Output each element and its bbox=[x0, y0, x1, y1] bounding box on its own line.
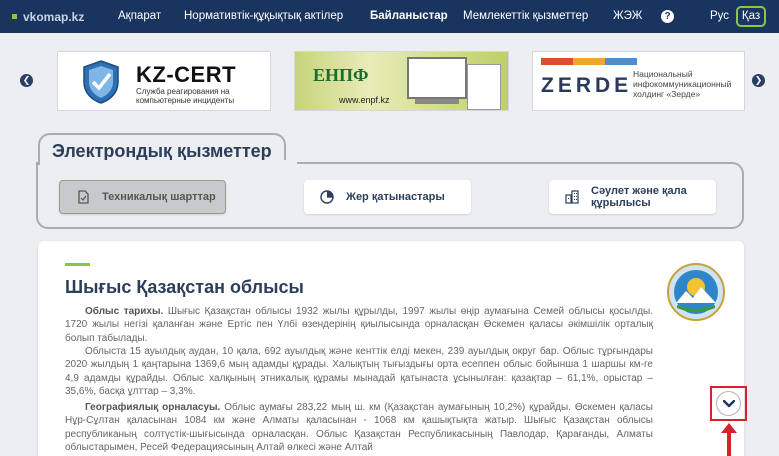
nav-item-legal-acts[interactable]: Нормативтік-құқықтық актілер bbox=[184, 0, 343, 33]
paragraph-geography: Географиялық орналасуы. Облыс аумағы 283… bbox=[65, 401, 653, 454]
nav-item-public-services[interactable]: Мемлекеттік қызметтер bbox=[463, 0, 588, 33]
kzcert-subtitle: Служба реагирования на компьютерные инци… bbox=[136, 87, 235, 105]
land-relations-button[interactable]: Жер қатынастары bbox=[304, 180, 471, 214]
carousel-next-icon[interactable]: ❯ bbox=[752, 74, 765, 87]
banner-enpf[interactable]: ЕНПФ www.enpf.kz bbox=[294, 51, 509, 111]
region-title: Шығыс Қазақстан облысы bbox=[65, 277, 304, 297]
paragraph-population: Облыста 15 ауылдық аудан, 10 қала, 692 а… bbox=[65, 345, 653, 398]
brand-dot-icon bbox=[12, 14, 17, 19]
red-pointer-arrow-icon bbox=[721, 423, 737, 456]
lang-kz-link[interactable]: Қаз bbox=[736, 6, 766, 27]
nav-item-ppp[interactable]: ЖЭЖ bbox=[613, 0, 642, 33]
page-icon bbox=[467, 64, 501, 110]
zerde-title: ZERDE bbox=[541, 74, 633, 97]
population-text: Облыста 15 ауылдық аудан, 10 қала, 692 а… bbox=[65, 346, 653, 397]
brand-logo[interactable]: vkomap.kz bbox=[12, 10, 107, 24]
enpf-logo: ЕНПФ bbox=[313, 65, 369, 85]
region-emblem-icon bbox=[667, 263, 725, 321]
chevron-down-icon bbox=[722, 399, 735, 407]
land-relations-label: Жер қатынастары bbox=[346, 191, 445, 203]
enpf-url: www.enpf.kz bbox=[339, 95, 390, 105]
zerde-subtitle: Национальный инфокоммуникационный холдин… bbox=[633, 69, 732, 99]
carousel-prev-icon[interactable]: ❮ bbox=[20, 74, 33, 87]
paragraph-history: Облыс тарихы. Шығыс Қазақстан облысы 193… bbox=[65, 305, 653, 345]
banner-zerde[interactable]: ZERDE Национальный инфокоммуникационный … bbox=[532, 51, 745, 111]
monitor-icon bbox=[407, 57, 467, 99]
tech-conditions-label: Техникалық шарттар bbox=[102, 191, 216, 203]
kzcert-title: KZ-CERT bbox=[136, 62, 237, 87]
region-info-card: Шығыс Қазақстан облысы Облыс тарихы. Шығ… bbox=[38, 241, 744, 456]
architecture-button[interactable]: Сәулет және қала құрылысы bbox=[549, 180, 716, 214]
pie-chart-icon bbox=[320, 190, 334, 204]
zerde-stripe-icon bbox=[541, 58, 637, 65]
title-accent-bar bbox=[65, 263, 90, 266]
document-icon bbox=[78, 190, 89, 204]
kzcert-shield-icon bbox=[83, 60, 119, 104]
scroll-down-button[interactable] bbox=[716, 391, 741, 416]
banner-kzcert[interactable]: KZ-CERT Служба реагирования на компьютер… bbox=[57, 51, 271, 111]
lang-ru-link[interactable]: Рус bbox=[710, 0, 729, 33]
top-nav: vkomap.kz Ақпарат Нормативтік-құқықтық а… bbox=[0, 0, 779, 33]
geography-heading: Географиялық орналасуы. bbox=[85, 402, 221, 413]
architecture-label: Сәулет және қала құрылысы bbox=[591, 185, 687, 209]
nav-item-contacts[interactable]: Байланыстар bbox=[370, 0, 448, 33]
tech-conditions-button[interactable]: Техникалық шарттар bbox=[59, 180, 226, 214]
help-icon[interactable]: ? bbox=[661, 10, 674, 23]
brand-name: vkomap.kz bbox=[23, 9, 85, 24]
nav-item-info[interactable]: Ақпарат bbox=[118, 0, 161, 33]
buildings-icon bbox=[565, 190, 579, 204]
history-heading: Облыс тарихы. bbox=[85, 306, 164, 317]
